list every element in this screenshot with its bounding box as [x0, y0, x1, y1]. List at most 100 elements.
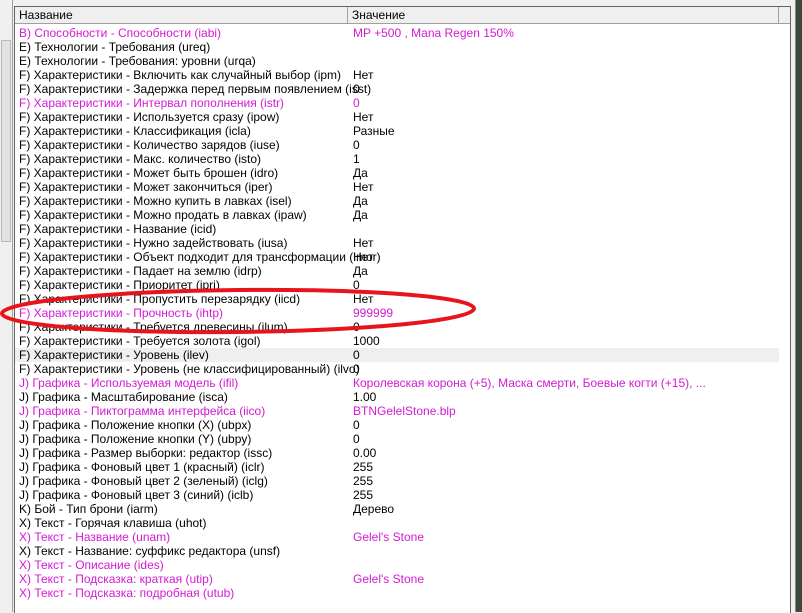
field-value: 0 — [353, 82, 360, 96]
window-border — [795, 0, 802, 612]
list-item[interactable]: F) Характеристики - Можно купить в лавка… — [15, 194, 790, 208]
field-name: F) Характеристики - Падает на землю (idr… — [19, 264, 262, 278]
field-value: Королевская корона (+5), Маска смерти, Б… — [353, 376, 706, 390]
field-name: F) Характеристики - Интервал пополнения … — [19, 96, 285, 110]
field-name: F) Характеристики - Включить как случайн… — [19, 68, 342, 82]
field-value: 999999 — [353, 306, 394, 320]
field-value: Разные — [353, 124, 395, 138]
list-item[interactable]: F) Характеристики - Объект подходит для … — [15, 250, 790, 264]
list-item[interactable]: F) Характеристики - Интервал пополнения … — [15, 96, 790, 110]
list-item[interactable]: J) Графика - Фоновый цвет 2 (зеленый) (i… — [15, 474, 790, 488]
list-item[interactable]: F) Характеристики - Название (icid) — [15, 222, 790, 236]
field-value: Да — [353, 166, 368, 180]
field-name: X) Текст - Горячая клавиша (uhot) — [19, 516, 207, 530]
list-item[interactable]: F) Характеристики - Падает на землю (idr… — [15, 264, 790, 278]
field-name: X) Текст - Подсказка: краткая (utip) — [19, 572, 213, 586]
list-item[interactable]: J) Графика - Используемая модель (ifil) К… — [15, 376, 790, 390]
field-name: F) Характеристики - Может закончиться (i… — [19, 180, 273, 194]
list-item[interactable]: J) Графика - Положение кнопки (Y) (ubpy)… — [15, 432, 790, 446]
field-value: 255 — [353, 460, 374, 474]
field-value: 0 — [353, 320, 360, 334]
field-value: Нет — [353, 68, 374, 82]
field-value: Нет — [353, 110, 374, 124]
field-name: F) Характеристики - Можно купить в лавка… — [19, 194, 292, 208]
list-item[interactable]: X) Текст - Название (unam) Gelel's Stone — [15, 530, 790, 544]
list-item[interactable]: F) Характеристики - Приоритет (ipri) 0 — [15, 278, 790, 292]
object-fields-list[interactable]: Название Значение B) Способности - Спосо… — [14, 6, 791, 613]
left-pane-scrollbar[interactable] — [0, 0, 13, 612]
field-value: 0 — [353, 418, 360, 432]
list-item[interactable]: X) Текст - Подсказка: подробная (utub) — [15, 586, 790, 600]
list-item[interactable]: X) Текст - Название: суффикс редактора (… — [15, 544, 790, 558]
field-name: X) Текст - Название: суффикс редактора (… — [19, 544, 281, 558]
list-header: Название Значение — [15, 7, 790, 24]
field-value: 1.00 — [353, 390, 377, 404]
list-item[interactable]: F) Характеристики - Может быть брошен (i… — [15, 166, 790, 180]
list-item[interactable]: B) Способности - Способности (iabi) MP +5… — [15, 26, 790, 40]
list-item[interactable]: F) Характеристики - Включить как случайн… — [15, 68, 790, 82]
field-value: Нет — [353, 250, 374, 264]
field-value: Gelel's Stone — [353, 530, 424, 544]
field-value: 255 — [353, 488, 374, 502]
field-value: 1000 — [353, 334, 380, 348]
list-item[interactable]: J) Графика - Пиктограмма интерфейса (iic… — [15, 404, 790, 418]
list-item[interactable]: J) Графика - Масштабирование (isca) 1.00 — [15, 390, 790, 404]
list-item[interactable]: J) Графика - Размер выборки: редактор (i… — [15, 446, 790, 460]
field-name: J) Графика - Используемая модель (ifil) — [19, 376, 239, 390]
list-item[interactable]: F) Характеристики - Задержка перед первы… — [15, 82, 790, 96]
list-item[interactable]: F) Характеристики - Требуется золота (ig… — [15, 334, 790, 348]
scrollbar-thumb[interactable] — [1, 40, 11, 242]
list-item[interactable]: F) Характеристики - Используется сразу (… — [15, 110, 790, 124]
field-name: J) Графика - Масштабирование (isca) — [19, 390, 228, 404]
field-value: Нет — [353, 292, 374, 306]
field-name: X) Текст - Подсказка: подробная (utub) — [19, 586, 235, 600]
field-value: Да — [353, 208, 368, 222]
field-value: MP +500 , Mana Regen 150% — [353, 26, 514, 40]
field-name: J) Графика - Фоновый цвет 3 (синий) (icl… — [19, 488, 254, 502]
field-name: J) Графика - Размер выборки: редактор (i… — [19, 446, 273, 460]
field-value: BTNGelelStone.blp — [353, 404, 456, 418]
list-item[interactable]: F) Характеристики - Можно продать в лавк… — [15, 208, 790, 222]
field-name: J) Графика - Фоновый цвет 1 (красный) (i… — [19, 460, 265, 474]
column-header-value[interactable]: Значение — [348, 7, 779, 23]
field-name: E) Технологии - Требования: уровни (urqa… — [19, 54, 256, 68]
list-item[interactable]: J) Графика - Фоновый цвет 3 (синий) (icl… — [15, 488, 790, 502]
field-value: Нет — [353, 180, 374, 194]
list-item[interactable]: X) Текст - Подсказка: краткая (utip) Gele… — [15, 572, 790, 586]
field-value: Да — [353, 264, 368, 278]
field-name: F) Характеристики - Классификация (icla) — [19, 124, 251, 138]
field-name: J) Графика - Положение кнопки (Y) (ubpy) — [19, 432, 252, 446]
list-item[interactable]: F) Характеристики - Макс. количество (is… — [15, 152, 790, 166]
field-value: 0 — [353, 138, 360, 152]
list-item[interactable]: F) Характеристики - Уровень (не классифи… — [15, 362, 790, 376]
list-item[interactable]: K) Бой - Тип брони (iarm) Дерево — [15, 502, 790, 516]
list-item[interactable]: F) Характеристики - Требуется древесины … — [15, 320, 790, 334]
column-header-name[interactable]: Название — [15, 7, 348, 23]
list-item[interactable]: F) Характеристики - Классификация (icla)… — [15, 124, 790, 138]
list-item[interactable]: X) Текст - Горячая клавиша (uhot) — [15, 516, 790, 530]
list-item[interactable]: E) Технологии - Требования (ureq) — [15, 40, 790, 54]
list-item[interactable]: F) Характеристики - Уровень (ilev) 0 — [15, 348, 779, 362]
field-name: X) Текст - Название (unam) — [19, 530, 171, 544]
field-name: F) Характеристики - Уровень (не классифи… — [19, 362, 360, 376]
field-name: F) Характеристики - Макс. количество (is… — [19, 152, 261, 166]
list-item[interactable]: X) Текст - Описание (ides) — [15, 558, 790, 572]
list-item[interactable]: E) Технологии - Требования: уровни (urqa… — [15, 54, 790, 68]
field-value: 0 — [353, 96, 360, 110]
field-name: F) Характеристики - Пропустить перезаряд… — [19, 292, 301, 306]
field-value: Нет — [353, 236, 374, 250]
list-item[interactable]: F) Характеристики - Пропустить перезаряд… — [15, 292, 790, 306]
field-name: J) Графика - Пиктограмма интерфейса (iic… — [19, 404, 266, 418]
list-item[interactable]: F) Характеристики - Нужно задействовать … — [15, 236, 790, 250]
list-item[interactable]: F) Характеристики - Количество зарядов (… — [15, 138, 790, 152]
list-item[interactable]: J) Графика - Положение кнопки (X) (ubpx)… — [15, 418, 790, 432]
field-name: J) Графика - Положение кнопки (X) (ubpx) — [19, 418, 252, 432]
list-item[interactable]: F) Характеристики - Прочность (ihtp) 9999… — [15, 306, 790, 320]
field-name: F) Характеристики - Приоритет (ipri) — [19, 278, 220, 292]
list-rows: B) Способности - Способности (iabi) MP +5… — [15, 26, 790, 600]
list-item[interactable]: F) Характеристики - Может закончиться (i… — [15, 180, 790, 194]
field-value: 255 — [353, 474, 374, 488]
list-item[interactable]: J) Графика - Фоновый цвет 1 (красный) (i… — [15, 460, 790, 474]
field-name: F) Характеристики - Количество зарядов (… — [19, 138, 280, 152]
field-name: F) Характеристики - Может быть брошен (i… — [19, 166, 279, 180]
